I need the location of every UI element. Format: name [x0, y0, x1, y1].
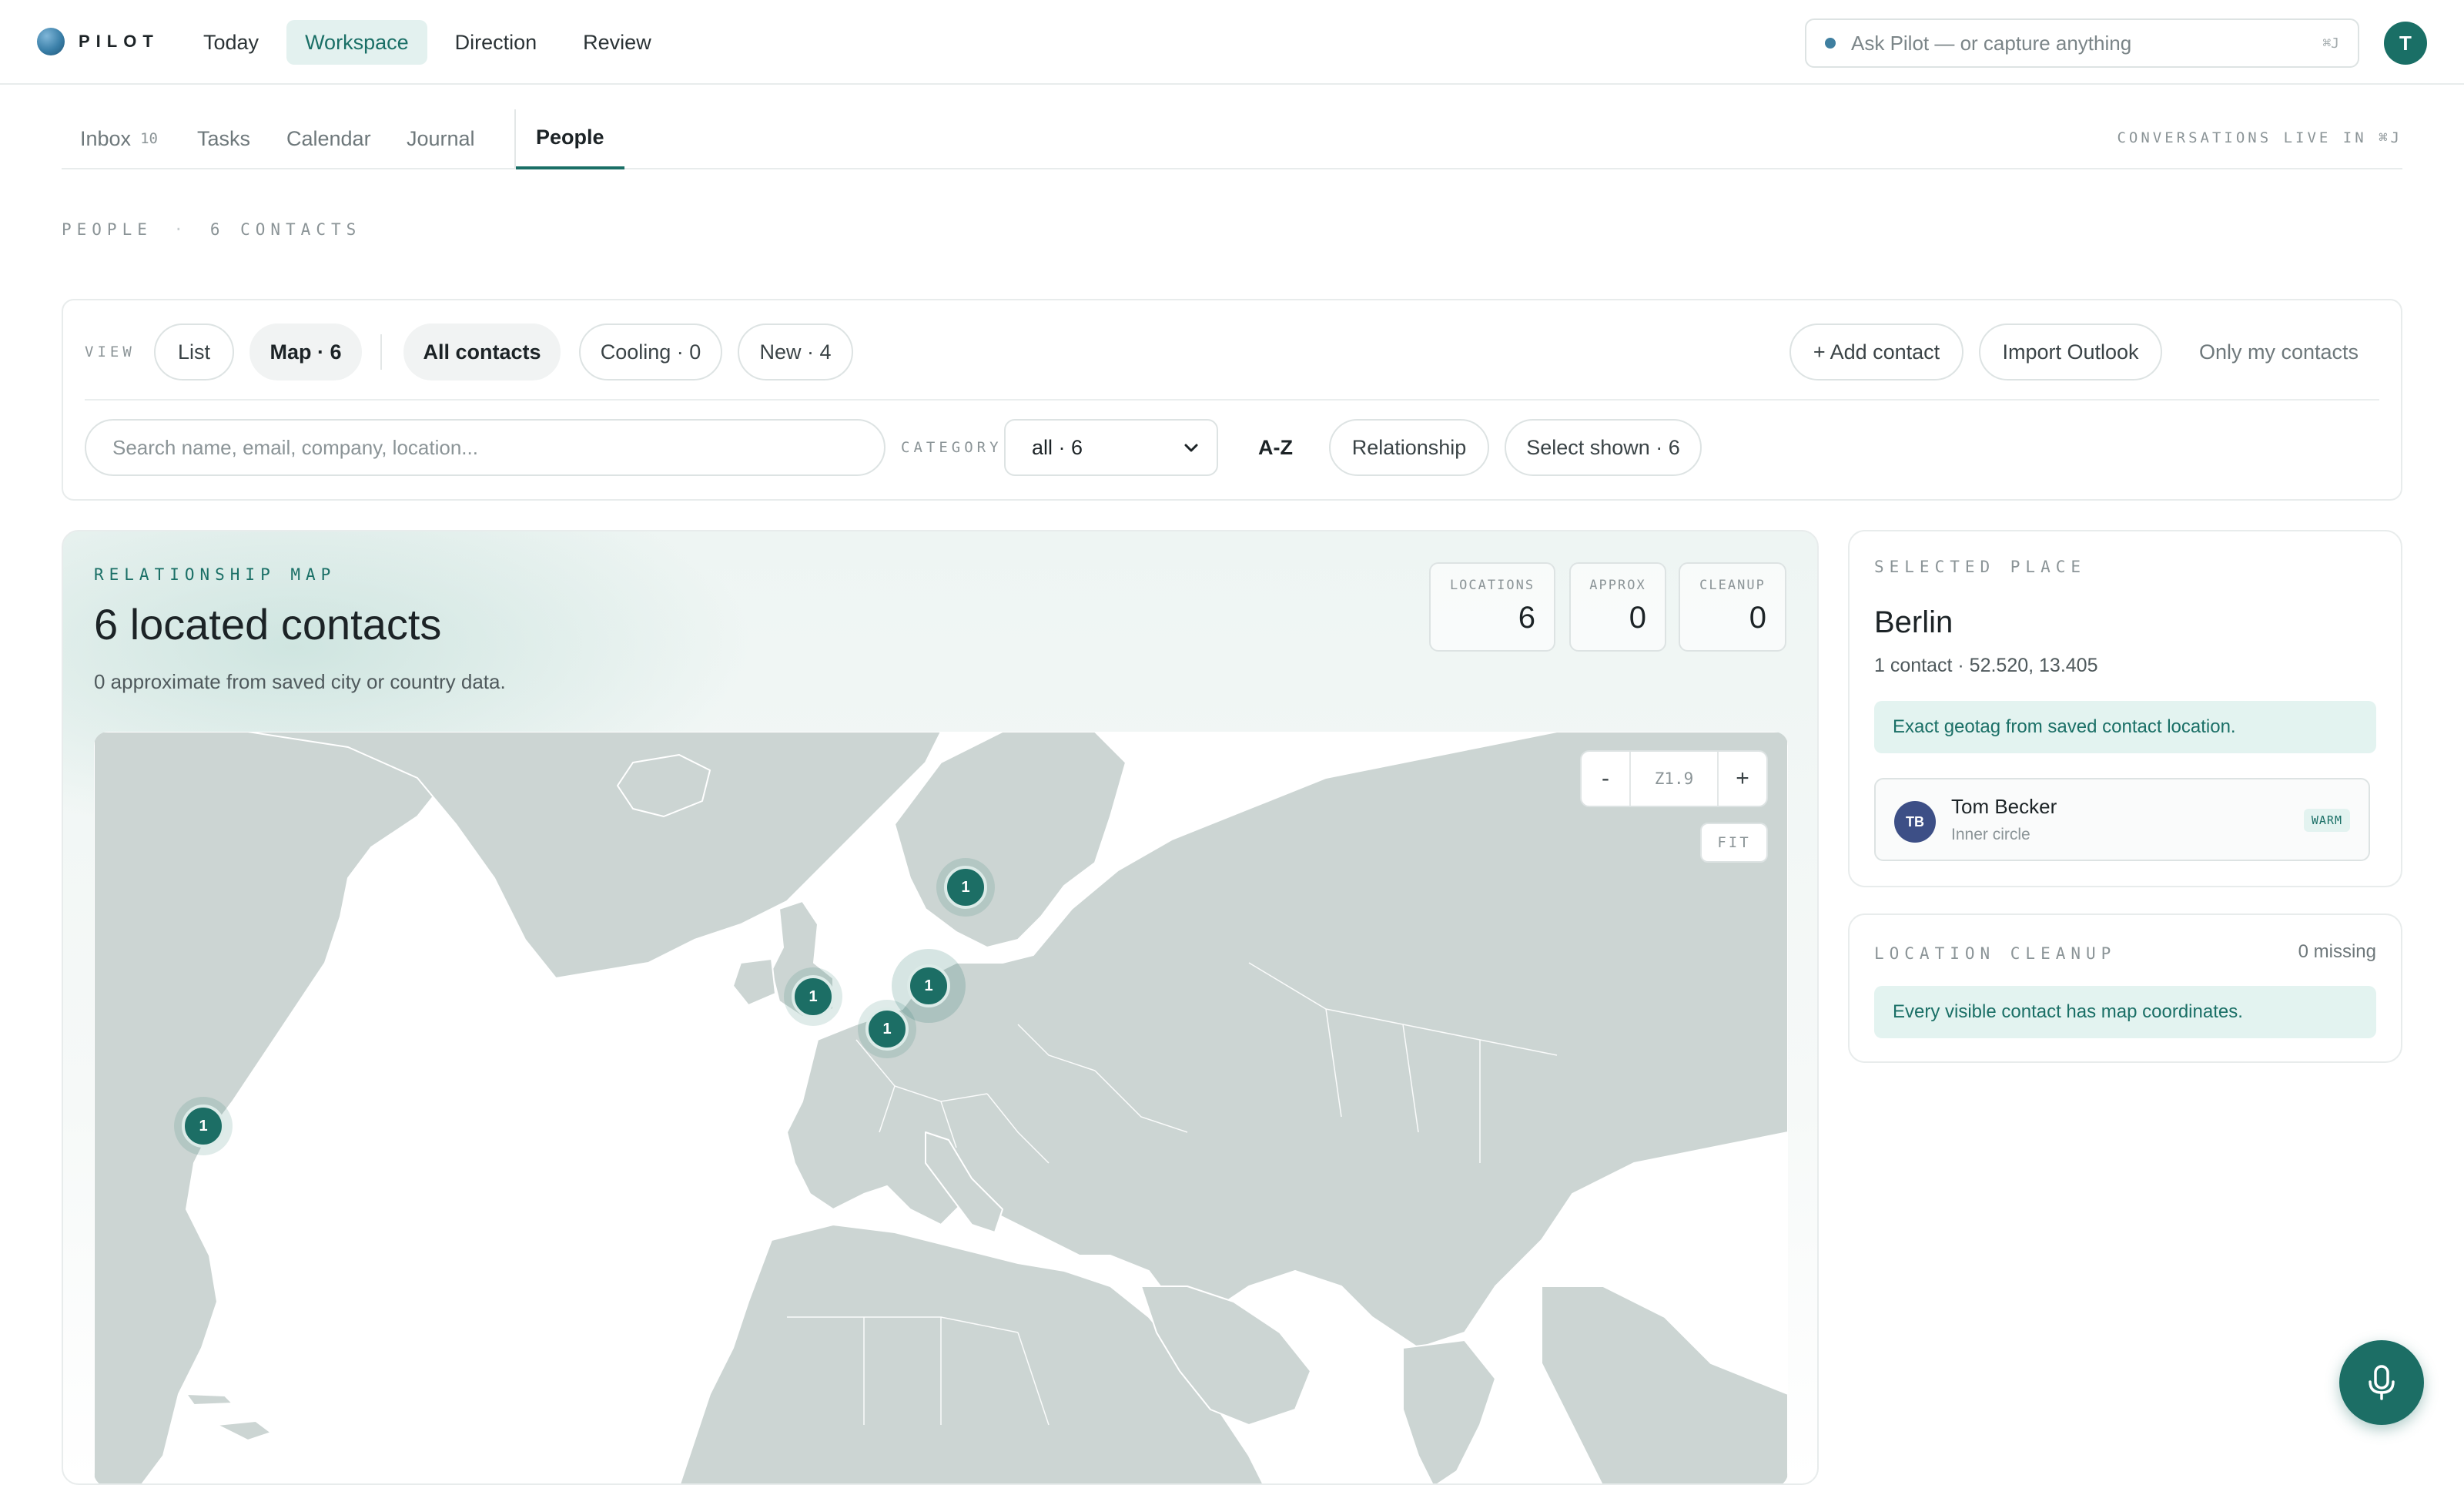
all-contacts-button[interactable]: All contacts — [403, 323, 561, 380]
user-avatar[interactable]: T — [2384, 22, 2427, 65]
map-subtitle: 0 approximate from saved city or country… — [94, 670, 506, 693]
tab-calendar[interactable]: Calendar — [286, 108, 371, 169]
relationship-map-card: RELATIONSHIP MAP 6 located contacts 0 ap… — [62, 530, 1819, 1485]
map-marker-berlin[interactable]: 1 — [907, 964, 950, 1007]
zoom-level: Z1.9 — [1629, 752, 1719, 806]
filter-row-view: VIEW List Map · 6 All contacts Cooling ·… — [85, 323, 2379, 380]
breadcrumb-sep: · — [173, 220, 189, 239]
filter-panel: VIEW List Map · 6 All contacts Cooling ·… — [62, 299, 2402, 501]
select-shown-button[interactable]: Select shown · 6 — [1505, 419, 1702, 476]
category-value: all · 6 — [1032, 435, 1083, 459]
voice-capture-button[interactable] — [2339, 1340, 2424, 1425]
stat-locations: LOCATIONS 6 — [1429, 562, 1555, 652]
tab-tasks[interactable]: Tasks — [197, 108, 250, 169]
location-cleanup-label: LOCATION CLEANUP — [1874, 944, 2117, 963]
chevron-down-icon — [1184, 444, 1198, 452]
cleanup-note: Every visible contact has map coordinate… — [1874, 986, 2376, 1038]
land-se-asia — [1541, 1286, 1788, 1483]
conversations-note: CONVERSATIONS LIVE IN ⌘J — [2117, 129, 2402, 146]
land-north-america — [94, 732, 457, 1483]
selected-place-meta: 1 contact · 52.520, 13.405 — [1874, 655, 2098, 676]
filter-row-divider — [85, 399, 2379, 401]
workspace-tabs: Inbox 10 Tasks Calendar Journal People C… — [62, 108, 2402, 169]
only-my-contacts-toggle[interactable]: Only my contacts — [2199, 323, 2359, 380]
map-marker-new-york[interactable]: 1 — [182, 1105, 225, 1148]
top-bar: PILOT Today Workspace Direction Review A… — [0, 0, 2464, 85]
zoom-in-button[interactable]: + — [1719, 752, 1766, 806]
tab-inbox-count: 10 — [140, 130, 158, 147]
nav-workspace[interactable]: Workspace — [286, 20, 427, 65]
tab-journal[interactable]: Journal — [407, 108, 475, 169]
nav-today[interactable]: Today — [185, 20, 277, 65]
map-marker-zurich[interactable]: 1 — [865, 1007, 909, 1051]
import-outlook-button[interactable]: Import Outlook — [1979, 323, 2162, 380]
breadcrumb-count: 6 CONTACTS — [209, 220, 362, 239]
contact-name: Tom Becker — [1951, 795, 2057, 818]
breadcrumb: PEOPLE · 6 CONTACTS — [62, 220, 361, 239]
new-filter-button[interactable]: New · 4 — [738, 323, 853, 380]
microphone-icon — [2369, 1365, 2395, 1400]
add-contact-button[interactable]: + Add contact — [1789, 323, 1964, 380]
zoom-controls: - Z1.9 + — [1580, 750, 1768, 807]
category-select[interactable]: all · 6 — [1004, 419, 1218, 476]
contact-relationship: Inner circle — [1951, 826, 2030, 843]
map-marker-stockholm[interactable]: 1 — [944, 866, 987, 909]
stat-locations-value: 6 — [1518, 601, 1535, 635]
land-cuba — [186, 1393, 233, 1406]
stat-cleanup-value: 0 — [1749, 601, 1766, 635]
geotag-note: Exact geotag from saved contact location… — [1874, 701, 2376, 753]
zoom-out-button[interactable]: - — [1582, 752, 1629, 806]
tab-inbox-label: Inbox — [80, 126, 132, 150]
ask-placeholder: Ask Pilot — or capture anything — [1851, 31, 2132, 55]
ask-shortcut: ⌘J — [2322, 35, 2339, 52]
contact-card-tom-becker[interactable]: TB Tom Becker Inner circle WARM — [1874, 778, 2370, 861]
view-list-button[interactable]: List — [154, 323, 234, 380]
filter-divider — [380, 334, 382, 370]
stat-cleanup: CLEANUP 0 — [1679, 562, 1786, 652]
location-cleanup-panel: LOCATION CLEANUP 0 missing Every visible… — [1848, 913, 2402, 1063]
stat-locations-label: LOCATIONS — [1449, 578, 1535, 593]
tab-inbox[interactable]: Inbox 10 — [80, 108, 158, 169]
logo-text: PILOT — [79, 32, 159, 51]
selected-place-panel: SELECTED PLACE Berlin 1 contact · 52.520… — [1848, 530, 2402, 887]
filter-row-search: CATEGORY all · 6 A-Z Relationship Select… — [85, 419, 2379, 476]
cooling-filter-button[interactable]: Cooling · 0 — [579, 323, 722, 380]
map-title: 6 located contacts — [94, 600, 442, 649]
contact-search-input[interactable] — [85, 419, 886, 476]
category-label: CATEGORY — [901, 439, 1003, 456]
nav-review[interactable]: Review — [564, 20, 670, 65]
land-ireland — [732, 958, 776, 1006]
logo-globe-icon — [37, 28, 65, 55]
breadcrumb-section: PEOPLE — [62, 220, 152, 239]
main-nav: Today Workspace Direction Review — [185, 20, 670, 65]
tab-people[interactable]: People — [516, 108, 624, 169]
world-map — [94, 732, 1788, 1483]
contact-warmth-badge: WARM — [2303, 809, 2350, 832]
map-section-label: RELATIONSHIP MAP — [94, 565, 336, 584]
fit-map-button[interactable]: FIT — [1700, 823, 1768, 863]
stat-approx: APPROX 0 — [1569, 562, 1666, 652]
missing-count: 0 missing — [2298, 941, 2376, 962]
selected-place-name: Berlin — [1874, 605, 1953, 639]
stat-approx-label: APPROX — [1589, 578, 1646, 593]
contact-avatar: TB — [1894, 801, 1936, 843]
land-caribbean — [216, 1420, 272, 1441]
stat-cleanup-label: CLEANUP — [1699, 578, 1766, 593]
sort-az-button[interactable]: A-Z — [1258, 419, 1293, 476]
map-viewport[interactable]: - Z1.9 + FIT 1 1 1 1 1 — [94, 732, 1788, 1483]
nav-direction[interactable]: Direction — [437, 20, 556, 65]
view-label: VIEW — [85, 344, 136, 360]
ask-dot-icon — [1825, 38, 1836, 49]
ask-pilot-input[interactable]: Ask Pilot — or capture anything ⌘J — [1805, 18, 2359, 68]
selected-place-label: SELECTED PLACE — [1874, 558, 2087, 576]
map-marker-london[interactable]: 1 — [792, 975, 835, 1018]
stat-approx-value: 0 — [1629, 601, 1646, 635]
relationship-sort-button[interactable]: Relationship — [1329, 419, 1489, 476]
view-map-button[interactable]: Map · 6 — [249, 323, 362, 380]
logo[interactable]: PILOT — [37, 28, 159, 55]
